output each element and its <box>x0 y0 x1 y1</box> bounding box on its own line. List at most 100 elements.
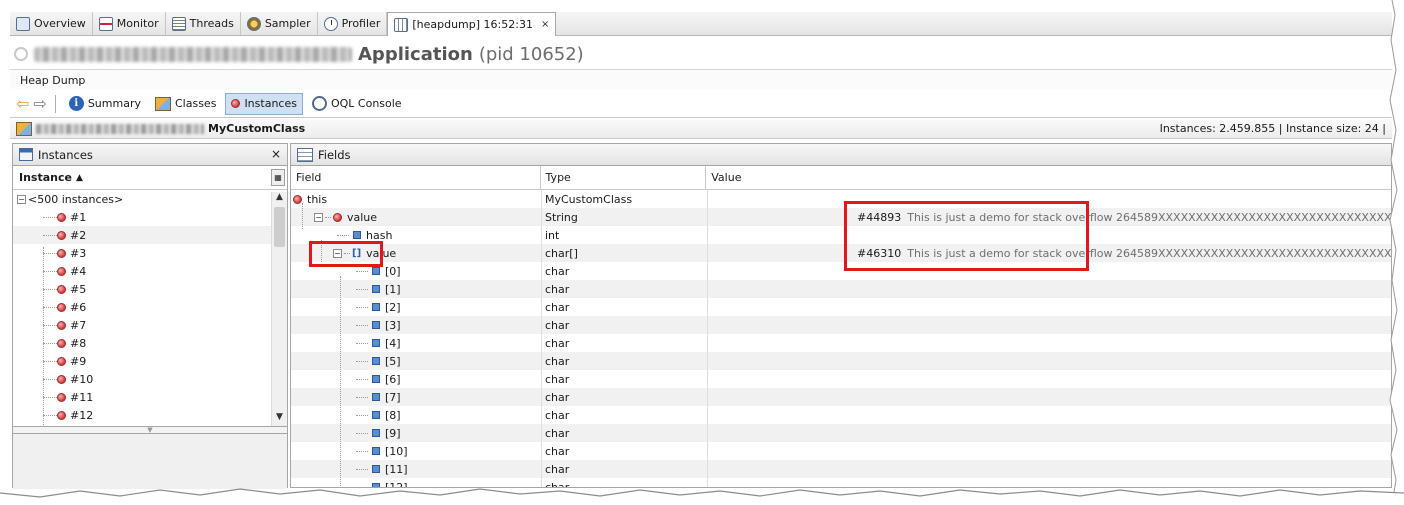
instance-column-header[interactable]: Instance ▲ ▦ <box>13 166 287 190</box>
classes-icon <box>154 96 171 111</box>
field-cell: [8] <box>291 406 541 424</box>
field-name: [5] <box>385 354 401 368</box>
oql-console-button[interactable]: OQL Console <box>307 93 407 115</box>
tree-connector <box>337 234 349 236</box>
value-column-header[interactable]: Value <box>706 166 1391 189</box>
tab-label: Threads <box>189 17 234 30</box>
scroll-up-icon[interactable]: ▲ <box>272 192 287 206</box>
instance-label: #5 <box>70 282 87 296</box>
tab-profiler[interactable]: Profiler <box>318 12 388 35</box>
tab-sampler[interactable]: Sampler <box>241 12 318 35</box>
tree-root-label: <500 instances> <box>28 192 124 206</box>
instance-row[interactable]: #9 <box>13 352 271 370</box>
field-type: char <box>545 336 570 350</box>
instance-label: #9 <box>70 354 87 368</box>
instance-row[interactable]: #11 <box>13 388 271 406</box>
field-row[interactable]: [1] char <box>291 280 1391 298</box>
instance-row[interactable]: #3 <box>13 244 271 262</box>
collapse-icon[interactable]: − <box>333 248 342 258</box>
field-value: #46310 This is just a demo for stack over… <box>707 244 1391 262</box>
instance-row[interactable]: #12 <box>13 406 271 424</box>
instance-row[interactable]: #2 <box>13 226 271 244</box>
instance-row[interactable]: #1 <box>13 208 271 226</box>
close-panel-icon[interactable]: × <box>271 147 281 161</box>
field-row[interactable]: [2] char <box>291 298 1391 316</box>
field-row[interactable]: hash int <box>291 226 1391 244</box>
tree-connector <box>43 325 57 326</box>
panel-splitter[interactable]: ▼ <box>13 426 287 434</box>
instance-row[interactable]: #8 <box>13 334 271 352</box>
field-value <box>707 226 1391 244</box>
field-row[interactable]: − value String #44893 This is just a demo fo… <box>291 208 1391 226</box>
field-row[interactable]: [6] char <box>291 370 1391 388</box>
instance-icon <box>57 230 66 240</box>
monitor-icon <box>98 16 113 31</box>
field-column-header[interactable]: Field <box>291 166 541 189</box>
object-ref-id[interactable]: #46310 <box>857 247 901 260</box>
heapdump-toolbar: ⇦ ⇨ i Summary Classes Instances OQL Cons… <box>10 90 1392 118</box>
field-row[interactable]: −[] value char[] #46310 This is just a demo … <box>291 244 1391 262</box>
tab-label: [heapdump] 16:52:31 <box>412 18 533 31</box>
field-row[interactable]: [5] char <box>291 352 1391 370</box>
torn-edge-bottom <box>0 488 1404 505</box>
field-name: [3] <box>385 318 401 332</box>
tab-label: Sampler <box>264 17 311 30</box>
tree-connector <box>356 360 368 362</box>
field-row[interactable]: [0] char <box>291 262 1391 280</box>
field-row[interactable]: [7] char <box>291 388 1391 406</box>
tree-connector <box>43 415 57 416</box>
field-row[interactable]: [11] char <box>291 460 1391 478</box>
close-tab-icon[interactable]: × <box>541 19 549 30</box>
back-arrow-icon[interactable]: ⇦ <box>16 95 29 112</box>
scroll-down-icon[interactable]: ▼ <box>272 412 287 426</box>
field-row[interactable]: [3] char <box>291 316 1391 334</box>
scroll-thumb[interactable] <box>274 207 285 247</box>
instance-row[interactable]: #6 <box>13 298 271 316</box>
field-name: [6] <box>385 372 401 386</box>
field-name: value <box>347 210 378 224</box>
type-column-header[interactable]: Type <box>541 166 707 189</box>
pid-label: (pid 10652) <box>478 43 584 65</box>
field-row[interactable]: [9] char <box>291 424 1391 442</box>
field-value <box>707 334 1391 352</box>
field-cell: [2] <box>291 298 541 316</box>
tree-root-node[interactable]: − <500 instances> <box>13 190 271 208</box>
column-chooser-icon[interactable]: ▦ <box>271 169 285 186</box>
field-cell: −[] value <box>291 244 541 262</box>
instance-row[interactable]: #5 <box>13 280 271 298</box>
instance-row[interactable]: #10 <box>13 370 271 388</box>
field-cell: [4] <box>291 334 541 352</box>
tree-guide-line <box>340 276 341 487</box>
field-cell: this <box>291 190 541 208</box>
fields-panel-header: Fields <box>291 144 1391 166</box>
instances-scrollbar[interactable]: ▲ ▼ <box>271 192 287 426</box>
field-cell: [11] <box>291 460 541 478</box>
column-divider <box>541 190 542 487</box>
instance-row[interactable]: #7 <box>13 316 271 334</box>
collapse-icon[interactable]: − <box>314 212 323 222</box>
tab-heapdump[interactable]: [heapdump] 16:52:31 × <box>387 12 557 36</box>
collapse-icon[interactable]: − <box>17 194 26 204</box>
instance-icon <box>57 266 66 276</box>
field-row[interactable]: [8] char <box>291 406 1391 424</box>
primitive-field-icon <box>353 231 361 239</box>
field-row[interactable]: [4] char <box>291 334 1391 352</box>
instance-icon <box>57 302 66 312</box>
tab-monitor[interactable]: Monitor <box>93 12 166 35</box>
instances-button[interactable]: Instances <box>225 92 303 115</box>
instance-row[interactable]: #4 <box>13 262 271 280</box>
field-type: char <box>545 372 570 386</box>
field-value <box>707 424 1391 442</box>
field-name: [1] <box>385 282 401 296</box>
field-type: char <box>545 318 570 332</box>
classes-button[interactable]: Classes <box>150 93 221 115</box>
forward-arrow-icon[interactable]: ⇨ <box>33 95 46 112</box>
tab-threads[interactable]: Threads <box>166 12 241 35</box>
field-type: char <box>545 462 570 476</box>
field-row[interactable]: [10] char <box>291 442 1391 460</box>
tab-overview[interactable]: Overview <box>10 12 93 35</box>
class-name: MyCustomClass <box>208 122 306 135</box>
object-ref-id[interactable]: #44893 <box>857 211 901 224</box>
summary-button[interactable]: i Summary <box>64 93 146 115</box>
field-row[interactable]: this MyCustomClass <box>291 190 1391 208</box>
